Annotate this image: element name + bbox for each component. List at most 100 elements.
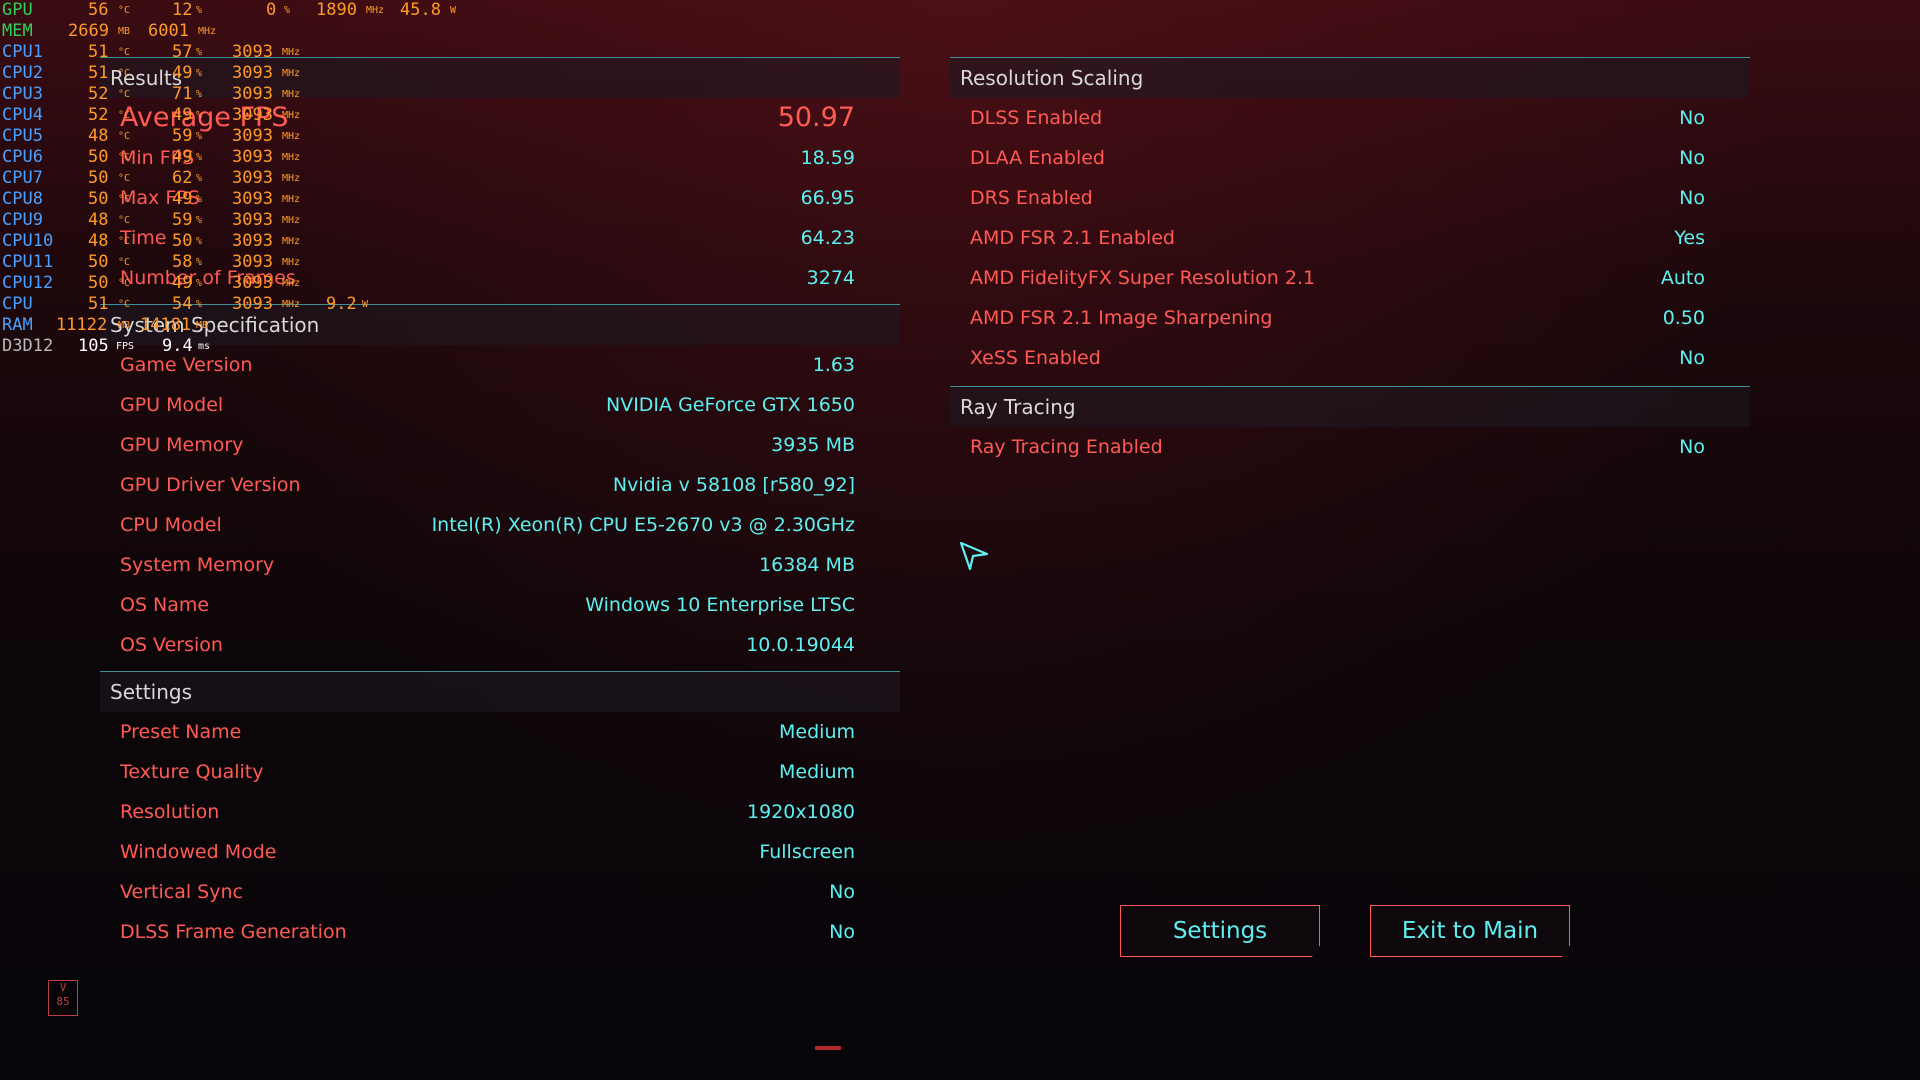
osd-value: 71 — [172, 84, 193, 104]
result-value: 64.23 — [800, 227, 855, 249]
osd-label: CPU11 — [2, 252, 54, 272]
osd-unit: % — [196, 152, 203, 163]
osd-value: 3093 — [232, 294, 273, 314]
osd-unit: % — [196, 110, 203, 121]
spec-row-os-version: OS Version 10.0.19044 — [100, 625, 900, 665]
result-row-time: Time 64.23 — [100, 218, 900, 258]
scaling-row-drs: DRS Enabled No — [950, 178, 1750, 218]
osd-unit: % — [196, 194, 203, 205]
spec-row-gpu-memory: GPU Memory 3935 MB — [100, 425, 900, 465]
osd-value: 50 — [88, 189, 109, 209]
osd-unit: °C — [118, 89, 131, 100]
osd-unit: MB — [118, 26, 131, 37]
osd-value: 59 — [172, 126, 193, 146]
osd-value: 56 — [88, 0, 109, 20]
osd-unit: MHz — [366, 5, 385, 16]
osd-label: MEM — [2, 21, 33, 41]
osd-unit: °C — [118, 47, 131, 58]
osd-value: 49 — [172, 273, 193, 293]
osd-unit: °C — [118, 257, 131, 268]
osd-label: CPU1 — [2, 42, 43, 62]
osd-value: 52 — [88, 84, 109, 104]
exit-to-main-menu-button[interactable]: Exit to Main Menu — [1370, 905, 1570, 957]
osd-unit: MB — [118, 320, 131, 331]
scaling-row-fsr-sharpening: AMD FSR 2.1 Image Sharpening 0.50 — [950, 298, 1750, 338]
spec-row-gpu-driver: GPU Driver Version Nvidia v 58108 [r580_… — [100, 465, 900, 505]
scaling-label: DRS Enabled — [970, 187, 1093, 209]
setting-row-windowed: Windowed Mode Fullscreen — [100, 832, 900, 872]
osd-unit: MHz — [198, 26, 217, 37]
scaling-row-xess: XeSS Enabled No — [950, 338, 1750, 378]
version-badge-icon: V 85 — [48, 980, 78, 1016]
osd-value: 51 — [88, 63, 109, 83]
scaling-label: DLAA Enabled — [970, 147, 1105, 169]
osd-value: 50 — [88, 147, 109, 167]
osd-value: 14181 — [140, 315, 192, 335]
osd-value: 49 — [172, 63, 193, 83]
result-value: 3274 — [806, 267, 855, 289]
osd-value: 48 — [88, 126, 109, 146]
osd-value: 3093 — [232, 63, 273, 83]
setting-row-vsync: Vertical Sync No — [100, 872, 900, 912]
osd-unit: W — [362, 299, 369, 310]
osd-unit: MHz — [282, 131, 301, 142]
osd-unit: °C — [118, 299, 131, 310]
osd-unit: % — [196, 131, 203, 142]
osd-value: 49 — [172, 147, 193, 167]
osd-unit: % — [196, 278, 203, 289]
right-panel: Resolution Scaling DLSS Enabled No DLAA … — [950, 57, 1750, 467]
result-row-average-fps: Average FPS 50.97 — [100, 98, 900, 138]
bottom-tag — [815, 1043, 849, 1054]
ray-tracing-header: Ray Tracing — [950, 386, 1750, 427]
osd-value: 51 — [88, 42, 109, 62]
osd-unit: % — [196, 236, 203, 247]
spec-value: 16384 MB — [759, 554, 855, 576]
osd-unit: MHz — [282, 173, 301, 184]
osd-value: 3093 — [232, 84, 273, 104]
osd-value: 2669 — [68, 21, 109, 41]
osd-unit: MB — [196, 320, 209, 331]
setting-row-preset: Preset Name Medium — [100, 712, 900, 752]
osd-unit: MHz — [282, 152, 301, 163]
osd-unit: % — [196, 215, 203, 226]
result-row-min-fps: Min FPS 18.59 — [100, 138, 900, 178]
rt-label: Ray Tracing Enabled — [970, 436, 1163, 458]
settings-button[interactable]: Settings — [1120, 905, 1320, 957]
setting-row-texture: Texture Quality Medium — [100, 752, 900, 792]
osd-unit: MHz — [282, 89, 301, 100]
osd-unit: MHz — [282, 194, 301, 205]
system-spec-header: System Specification — [100, 304, 900, 345]
osd-label: CPU10 — [2, 231, 54, 251]
osd-unit: % — [196, 5, 203, 16]
osd-unit: % — [196, 257, 203, 268]
result-value: 50.97 — [777, 102, 855, 133]
osd-value: 54 — [172, 294, 193, 314]
spec-label: OS Version — [120, 634, 223, 656]
osd-label: CPU9 — [2, 210, 43, 230]
scaling-value: No — [1679, 187, 1705, 209]
osd-unit: % — [196, 47, 203, 58]
scaling-row-fsr-enabled: AMD FSR 2.1 Enabled Yes — [950, 218, 1750, 258]
osd-unit: MHz — [282, 110, 301, 121]
osd-value: 3093 — [232, 105, 273, 125]
osd-value: 50 — [88, 168, 109, 188]
side-decoration — [30, 480, 38, 620]
setting-value: No — [829, 881, 855, 903]
setting-label: Windowed Mode — [120, 841, 277, 863]
osd-unit: MHz — [282, 47, 301, 58]
osd-value: 3093 — [232, 42, 273, 62]
rt-value: No — [1679, 436, 1705, 458]
spec-row-os-name: OS Name Windows 10 Enterprise LTSC — [100, 585, 900, 625]
osd-label: CPU3 — [2, 84, 43, 104]
settings-header: Settings — [100, 671, 900, 712]
osd-value: 48 — [88, 210, 109, 230]
osd-unit: °C — [118, 5, 131, 16]
osd-value: 52 — [88, 105, 109, 125]
osd-unit: W — [450, 5, 457, 16]
osd-unit: % — [284, 5, 291, 16]
setting-value: 1920x1080 — [747, 801, 855, 823]
osd-unit: °C — [118, 215, 131, 226]
setting-label: Vertical Sync — [120, 881, 243, 903]
osd-label: CPU8 — [2, 189, 43, 209]
spec-value: Intel(R) Xeon(R) CPU E5-2670 v3 @ 2.30GH… — [431, 514, 855, 536]
